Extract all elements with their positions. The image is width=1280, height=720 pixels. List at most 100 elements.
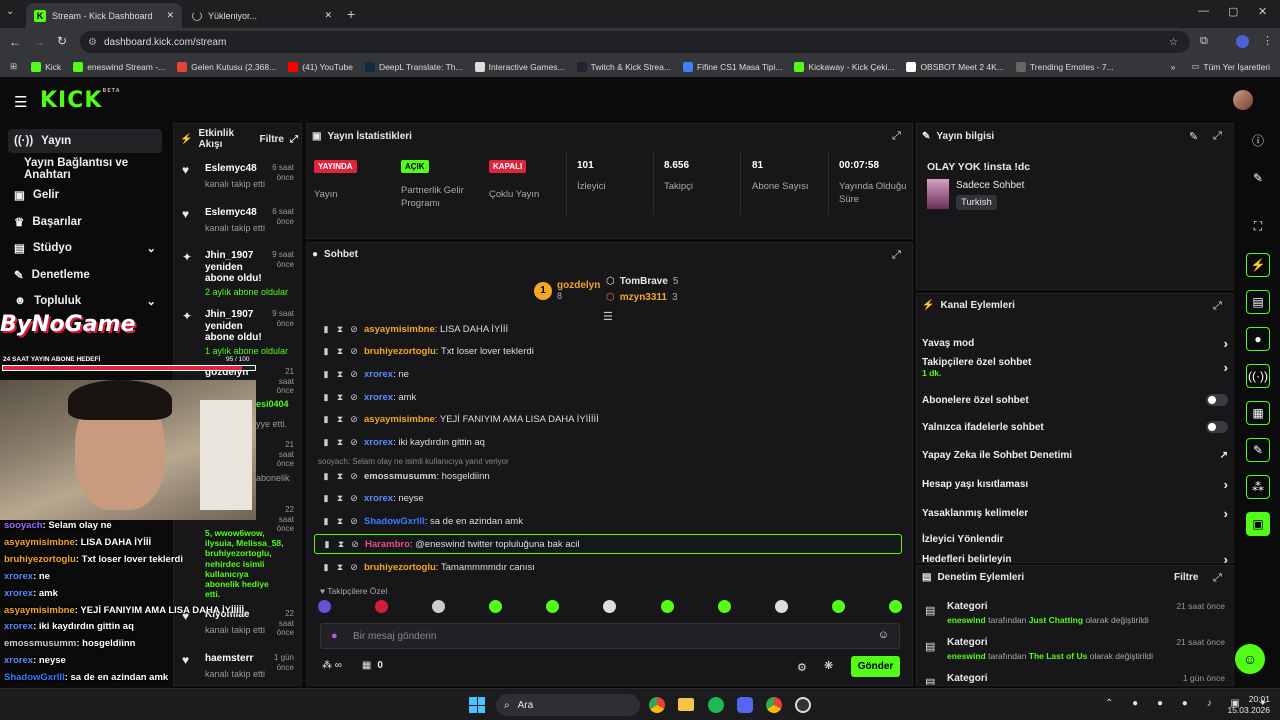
bookmark-item[interactable]: Interactive Games...: [474, 61, 565, 72]
chat-message[interactable]: ▮ ⧗ ⊘ Harambro: @eneswind twitter toplul…: [314, 534, 902, 554]
sidebar-item-denetleme[interactable]: ✎ Denetleme: [8, 263, 162, 287]
obs-taskbar-icon[interactable]: [795, 697, 811, 713]
chrome-taskbar-icon[interactable]: [649, 697, 665, 713]
popout-icon[interactable]: ⤢: [892, 130, 901, 143]
forward-icon[interactable]: →: [33, 35, 45, 49]
channel-action-item[interactable]: Yasaklanmış kelimeler ›: [922, 504, 1228, 522]
quick-action-lightning-icon[interactable]: ⚡: [1246, 253, 1270, 277]
chat-message[interactable]: ▮ ⧗ ⊘ asyaymisimbne: LISA DAHA İYİİİ: [322, 319, 902, 339]
ban-icon[interactable]: ⊘: [350, 493, 358, 503]
windows-start-icon[interactable]: [469, 697, 485, 713]
discord-taskbar-icon[interactable]: [737, 697, 753, 713]
delete-icon[interactable]: ▮: [322, 437, 330, 447]
emote-icon[interactable]: [660, 600, 674, 613]
emote-icon[interactable]: [318, 600, 331, 613]
tab-kick-dashboard[interactable]: K Stream - Kick Dashboard ✕: [26, 3, 182, 28]
delete-icon[interactable]: ▮: [322, 414, 330, 424]
sidebar-item-topluluk[interactable]: ☻ Topluluk ⌄: [8, 289, 162, 313]
url-input[interactable]: ⚙ dashboard.kick.com/stream ☆: [80, 31, 1190, 53]
bookmark-item[interactable]: DeepL Translate: Th...: [364, 61, 463, 72]
timeout-icon[interactable]: ⧗: [336, 516, 344, 526]
close-icon[interactable]: ✕: [166, 10, 174, 21]
chat-message[interactable]: ▮ ⧗ ⊘ bruhiyezortoglu: Txt loser lover t…: [322, 341, 902, 361]
ban-icon[interactable]: ⊘: [350, 516, 358, 526]
delete-icon[interactable]: ▮: [322, 346, 330, 356]
timeout-icon[interactable]: ⧗: [336, 471, 344, 481]
menu-icon[interactable]: ⋮: [1262, 34, 1273, 47]
ban-icon[interactable]: ⊘: [350, 437, 358, 447]
chat-message[interactable]: ▮ ⧗ ⊘ xrorex: neyse: [322, 488, 902, 508]
bookmark-item[interactable]: Kickaway - Kick Çeki...: [794, 61, 894, 72]
emote-picker-icon[interactable]: ❋: [824, 659, 833, 672]
timeout-icon[interactable]: ⧗: [337, 539, 345, 549]
star-icon[interactable]: ☆: [1169, 37, 1178, 48]
quick-action-community-icon[interactable]: ⁂: [1246, 475, 1270, 499]
timeout-icon[interactable]: ⧗: [336, 562, 344, 572]
timeout-icon[interactable]: ⧗: [336, 414, 344, 424]
chat-message[interactable]: ▮ ⧗ ⊘ xrorex: amk: [322, 387, 902, 407]
popout-icon[interactable]: ⤢: [892, 249, 901, 262]
support-chat-button[interactable]: ☺: [1235, 644, 1265, 674]
timeout-icon[interactable]: ⧗: [336, 324, 344, 334]
chat-message[interactable]: ▮ ⧗ ⊘ ShadowGxrlll: sa de en azindan amk: [322, 511, 902, 531]
tab-list-button[interactable]: ⌄: [6, 6, 22, 22]
close-icon[interactable]: ✕: [324, 10, 332, 21]
delete-icon[interactable]: ▮: [322, 392, 330, 402]
extensions-icon[interactable]: ⧉: [1200, 35, 1208, 48]
delete-icon[interactable]: ▮: [322, 562, 330, 572]
channel-action-item[interactable]: Yalnızca ifadelerle sohbet: [922, 418, 1228, 436]
sidebar-item-yayin[interactable]: ((·)) Yayın: [8, 129, 162, 153]
chat-message[interactable]: ▮ ⧗ ⊘ xrorex: ne: [322, 364, 902, 384]
toggle-switch[interactable]: [1206, 421, 1228, 433]
quick-action-wrench-icon[interactable]: ✎: [1246, 438, 1270, 462]
fullscreen-icon[interactable]: ⛶: [1246, 214, 1270, 238]
user-avatar[interactable]: [1233, 90, 1253, 110]
timeout-icon[interactable]: ⧗: [336, 493, 344, 503]
delete-icon[interactable]: ▮: [322, 493, 330, 503]
delete-icon[interactable]: ▮: [322, 516, 330, 526]
tag-chip[interactable]: Turkish: [956, 195, 997, 210]
channel-action-item[interactable]: İzleyici Yönlendir: [922, 530, 1228, 548]
sidebar-item-gelir[interactable]: ▣ Gelir: [8, 183, 162, 207]
delete-icon[interactable]: ▮: [323, 539, 331, 549]
channel-action-item[interactable]: Takipçilere özel sohbet 1 dk. ›: [922, 357, 1228, 378]
new-tab-button[interactable]: +: [347, 6, 355, 22]
delete-icon[interactable]: ▮: [322, 471, 330, 481]
quick-action-list-icon[interactable]: ▦: [1246, 401, 1270, 425]
chat-message[interactable]: ▮ ⧗ ⊘ emossmusumm: hosgeldiinn: [322, 466, 902, 486]
folder-taskbar-icon[interactable]: [678, 698, 694, 711]
tab-loading[interactable]: Yükleniyor... ✕: [184, 3, 340, 28]
sidebar-item-basarilar[interactable]: ♛ Başarılar: [8, 210, 162, 234]
timeout-icon[interactable]: ⧗: [336, 346, 344, 356]
delete-icon[interactable]: ▮: [322, 369, 330, 379]
ban-icon[interactable]: ⊘: [350, 324, 358, 334]
all-bookmarks[interactable]: ▭ Tüm Yer İşaretleri: [1191, 61, 1270, 72]
apps-icon[interactable]: ⊞: [10, 61, 17, 72]
bookmark-item[interactable]: eneswind Stream -...: [73, 61, 165, 72]
ban-icon[interactable]: ⊘: [351, 539, 359, 549]
clock[interactable]: 20:01 15.03.2026: [1222, 694, 1270, 716]
channel-action-item[interactable]: Hedefleri belirleyin ›: [922, 554, 1228, 564]
send-button[interactable]: Gönder: [851, 656, 900, 677]
bookmark-item[interactable]: Kick: [31, 61, 61, 72]
emote-icon[interactable]: [831, 600, 845, 613]
bookmark-item[interactable]: Fifine CS1 Masa Tipi...: [682, 61, 782, 72]
edit-icon[interactable]: ✎: [1189, 130, 1198, 143]
minimize-button[interactable]: —: [1198, 5, 1209, 17]
kick-logo[interactable]: KICKBETA: [40, 88, 121, 113]
emote-icon[interactable]: [489, 600, 503, 613]
quick-action-chat-icon[interactable]: ●: [1246, 327, 1270, 351]
emote-icon[interactable]: [717, 600, 731, 613]
popout-icon[interactable]: ⤢: [1213, 130, 1222, 143]
emote-icon[interactable]: [603, 600, 617, 613]
maximize-button[interactable]: ▢: [1228, 5, 1238, 18]
taskbar-search[interactable]: ⌕ Ara: [496, 694, 640, 716]
reload-icon[interactable]: ↻: [57, 34, 67, 48]
info-icon[interactable]: ⓘ: [1246, 128, 1270, 152]
toggle-switch[interactable]: [1206, 394, 1228, 406]
channel-action-item[interactable]: Yavaş mod ›: [922, 334, 1228, 352]
edit-icon[interactable]: ✎: [1246, 166, 1270, 190]
popout-icon[interactable]: ⤢: [1213, 300, 1222, 313]
filter-button[interactable]: Filtre: [260, 134, 284, 145]
bookmark-item[interactable]: Gelen Kutusu (2.368...: [177, 61, 276, 72]
